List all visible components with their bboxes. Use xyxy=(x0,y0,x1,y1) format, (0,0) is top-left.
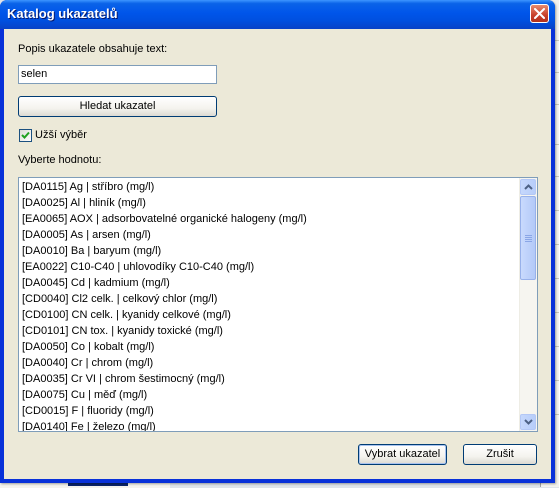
chevron-up-icon xyxy=(524,184,533,190)
dialog-title: Katalog ukazatelů xyxy=(7,6,118,21)
list-item[interactable]: [DA0045] Cd | kadmium (mg/l) xyxy=(22,275,522,291)
scroll-thumb[interactable] xyxy=(520,196,536,280)
list-item[interactable]: [DA0025] Al | hliník (mg/l) xyxy=(22,195,522,211)
list-item[interactable]: [DA0075] Cu | měď (mg/l) xyxy=(22,387,522,403)
search-button[interactable]: Hledat ukazatel xyxy=(18,96,217,117)
indicator-list: [DA0115] Ag | stříbro (mg/l) [DA0025] Al… xyxy=(22,179,522,431)
narrow-selection-label[interactable]: Užší výběr xyxy=(35,129,87,141)
list-item[interactable]: [CD0015] F | fluoridy (mg/l) xyxy=(22,403,522,419)
chevron-down-icon xyxy=(524,419,533,425)
select-indicator-button[interactable]: Vybrat ukazatel xyxy=(358,444,447,465)
title-bar[interactable]: Katalog ukazatelů xyxy=(0,0,555,29)
checkmark-icon xyxy=(21,131,30,139)
close-icon xyxy=(534,8,545,19)
list-item[interactable]: [CD0100] CN celk. | kyanidy celkové (mg/… xyxy=(22,307,522,323)
cancel-button[interactable]: Zrušit xyxy=(463,444,537,465)
narrow-selection-checkbox[interactable] xyxy=(19,129,32,142)
list-item[interactable]: [DA0010] Ba | baryum (mg/l) xyxy=(22,243,522,259)
list-item[interactable]: [CD0101] CN tox. | kyanidy toxické (mg/l… xyxy=(22,323,522,339)
list-item[interactable]: [DA0040] Cr | chrom (mg/l) xyxy=(22,355,522,371)
list-label: Vyberte hodnotu: xyxy=(18,154,102,166)
scroll-down-button[interactable] xyxy=(520,414,536,430)
list-item[interactable]: [DA0035] Cr VI | chrom šestimocný (mg/l) xyxy=(22,371,522,387)
close-button[interactable] xyxy=(530,4,549,23)
list-item[interactable]: [DA0005] As | arsen (mg/l) xyxy=(22,227,522,243)
indicator-listbox[interactable]: [DA0115] Ag | stříbro (mg/l) [DA0025] Al… xyxy=(18,177,538,432)
search-input[interactable]: selen xyxy=(18,65,217,84)
dialog-body: Popis ukazatele obsahuje text: selen Hle… xyxy=(4,29,551,479)
list-item[interactable]: [EA0065] AOX | adsorbovatelné organické … xyxy=(22,211,522,227)
vertical-scrollbar[interactable] xyxy=(519,178,537,431)
scroll-up-button[interactable] xyxy=(520,179,536,195)
list-item[interactable]: [DA0050] Co | kobalt (mg/l) xyxy=(22,339,522,355)
search-label: Popis ukazatele obsahuje text: xyxy=(18,43,168,55)
list-item[interactable]: [DA0140] Fe | železo (mg/l) xyxy=(22,419,522,431)
list-item[interactable]: [CD0040] Cl2 celk. | celkový chlor (mg/l… xyxy=(22,291,522,307)
list-item[interactable]: [EA0022] C10-C40 | uhlovodíky C10-C40 (m… xyxy=(22,259,522,275)
catalog-dialog: Katalog ukazatelů Popis ukazatele obsahu… xyxy=(0,0,555,483)
list-item[interactable]: [DA0115] Ag | stříbro (mg/l) xyxy=(22,179,522,195)
